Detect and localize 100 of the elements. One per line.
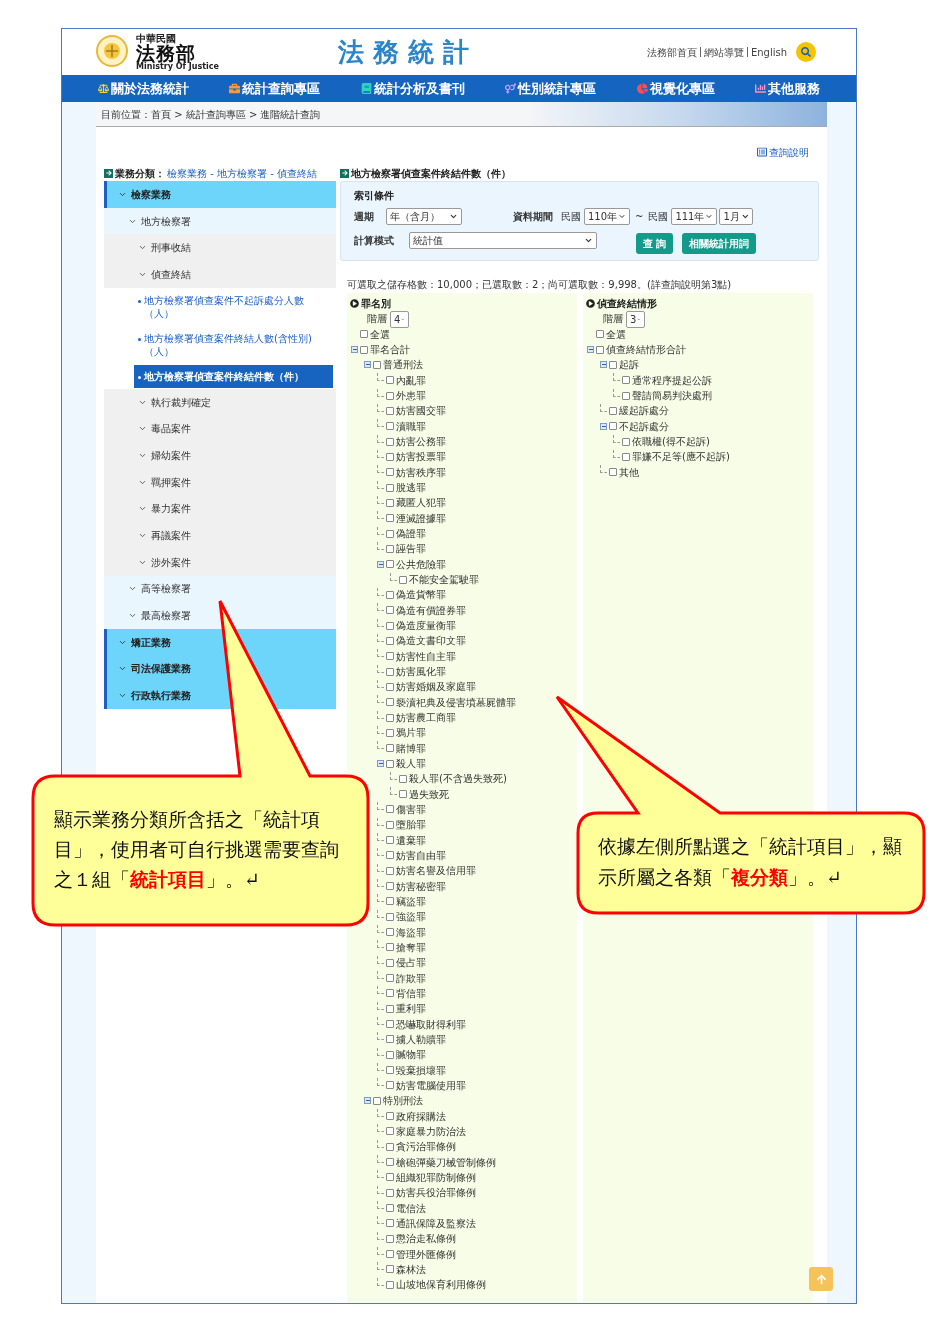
checkbox[interactable] bbox=[386, 1173, 394, 1182]
sidebar-item[interactable]: 涉外案件 bbox=[104, 548, 336, 576]
checkbox[interactable] bbox=[360, 330, 368, 339]
sidebar-link[interactable]: 地方檢察署偵查案件不起訴處分人數（人） bbox=[134, 288, 333, 325]
nav-item[interactable]: 視覺化專區 bbox=[636, 78, 715, 99]
checkbox[interactable] bbox=[386, 836, 394, 845]
checkbox[interactable] bbox=[386, 1035, 394, 1044]
checkbox[interactable] bbox=[622, 437, 630, 446]
checkbox[interactable] bbox=[386, 560, 394, 569]
checkbox[interactable] bbox=[386, 544, 394, 553]
checkbox[interactable] bbox=[386, 1219, 394, 1228]
select-field[interactable]: 1月 bbox=[719, 207, 754, 225]
checkbox[interactable] bbox=[386, 1250, 394, 1258]
header-link[interactable]: English bbox=[750, 44, 787, 60]
checkbox[interactable] bbox=[386, 1158, 394, 1167]
checkbox[interactable] bbox=[609, 468, 617, 477]
checkbox[interactable] bbox=[386, 682, 394, 691]
sidebar-link[interactable]: 地方檢察署偵查案件終結人數(含性別)（人） bbox=[134, 326, 333, 363]
sidebar-item[interactable]: 再議案件 bbox=[104, 522, 336, 549]
checkbox[interactable] bbox=[386, 1050, 394, 1059]
select-field[interactable]: 4 bbox=[390, 310, 409, 328]
checkbox[interactable] bbox=[622, 376, 630, 385]
checkbox[interactable] bbox=[386, 529, 394, 538]
select-field[interactable]: 3 bbox=[626, 310, 645, 328]
checkbox[interactable] bbox=[386, 1004, 394, 1013]
checkbox[interactable] bbox=[399, 575, 407, 584]
sidebar-link[interactable]: 地方檢察署偵查案件終結件數（件） bbox=[134, 364, 333, 388]
nav-item[interactable]: 其他服務 bbox=[754, 78, 820, 99]
checkbox[interactable] bbox=[386, 468, 394, 477]
checkbox[interactable] bbox=[386, 851, 394, 860]
nav-item[interactable]: 關於法務統計 bbox=[98, 78, 189, 99]
nav-item[interactable]: 性別統計專區 bbox=[505, 78, 597, 99]
checkbox[interactable] bbox=[386, 1234, 394, 1243]
sidebar-item[interactable]: 偵查終結 bbox=[104, 261, 336, 288]
checkbox[interactable] bbox=[386, 866, 394, 875]
sidebar-item[interactable]: 刑事收結 bbox=[104, 234, 336, 262]
checkbox[interactable] bbox=[596, 330, 604, 339]
nav-item[interactable]: 統計查詢專區 bbox=[229, 78, 321, 99]
checkbox[interactable] bbox=[399, 790, 407, 799]
checkbox[interactable] bbox=[596, 345, 604, 354]
sidebar-item[interactable]: 地方檢察署 bbox=[104, 207, 336, 235]
checkbox[interactable] bbox=[609, 406, 617, 415]
checkbox[interactable] bbox=[386, 820, 394, 829]
checkbox[interactable] bbox=[609, 360, 617, 369]
search-button[interactable] bbox=[796, 42, 816, 62]
select-field[interactable]: 111年 bbox=[671, 207, 718, 225]
collapse-icon[interactable] bbox=[600, 422, 607, 430]
checkbox[interactable] bbox=[386, 514, 394, 523]
checkbox[interactable] bbox=[386, 759, 394, 768]
checkbox[interactable] bbox=[386, 958, 394, 967]
select-field[interactable]: 年（含月） bbox=[386, 207, 462, 225]
header-link[interactable]: 法務部首頁 bbox=[646, 44, 697, 60]
checkbox[interactable] bbox=[386, 698, 394, 707]
checkbox[interactable] bbox=[386, 989, 394, 998]
checkbox[interactable] bbox=[386, 1142, 394, 1151]
checkbox[interactable] bbox=[386, 882, 394, 891]
checkbox[interactable] bbox=[386, 1280, 394, 1289]
help-link[interactable]: 查詢說明 bbox=[757, 146, 809, 158]
select-field[interactable]: 統計值 bbox=[409, 231, 597, 249]
header-link[interactable]: 網站導覽 bbox=[703, 44, 744, 60]
checkbox[interactable] bbox=[386, 1127, 394, 1136]
checkbox[interactable] bbox=[386, 1081, 394, 1090]
checkbox[interactable] bbox=[622, 391, 630, 400]
sidebar-item[interactable]: 婦幼案件 bbox=[104, 442, 336, 469]
sidebar-item[interactable]: 高等檢察署 bbox=[104, 575, 336, 603]
checkbox[interactable] bbox=[386, 1112, 394, 1121]
checkbox[interactable] bbox=[386, 667, 394, 676]
nav-item[interactable]: 統計分析及書刊 bbox=[360, 78, 465, 99]
checkbox[interactable] bbox=[386, 652, 394, 661]
checkbox[interactable] bbox=[386, 391, 394, 400]
checkbox[interactable] bbox=[386, 897, 394, 906]
checkbox[interactable] bbox=[386, 912, 394, 921]
checkbox[interactable] bbox=[386, 1265, 394, 1274]
checkbox[interactable] bbox=[386, 406, 394, 415]
sidebar-item[interactable]: 暴力案件 bbox=[104, 495, 336, 523]
collapse-icon[interactable] bbox=[364, 361, 371, 369]
collapse-icon[interactable] bbox=[351, 346, 358, 354]
collapse-icon[interactable] bbox=[587, 346, 594, 354]
checkbox[interactable] bbox=[386, 1188, 394, 1197]
checkbox[interactable] bbox=[386, 452, 394, 461]
checkbox[interactable] bbox=[622, 452, 630, 461]
checkbox[interactable] bbox=[373, 360, 381, 369]
checkbox[interactable] bbox=[386, 376, 394, 385]
checkbox[interactable] bbox=[609, 422, 617, 431]
sidebar-item[interactable]: 執行裁判確定 bbox=[104, 388, 336, 416]
checkbox[interactable] bbox=[386, 590, 394, 599]
checkbox[interactable] bbox=[386, 1066, 394, 1075]
checkbox[interactable] bbox=[386, 606, 394, 615]
sidebar-item[interactable]: 最高檢察署 bbox=[104, 602, 336, 629]
select-field[interactable]: 110年 bbox=[584, 207, 630, 225]
sidebar-item[interactable]: 檢察業務 bbox=[104, 181, 336, 208]
collapse-icon[interactable] bbox=[600, 361, 607, 369]
checkbox[interactable] bbox=[386, 805, 394, 814]
checkbox[interactable] bbox=[386, 928, 394, 937]
checkbox[interactable] bbox=[386, 498, 394, 507]
collapse-icon[interactable] bbox=[377, 760, 384, 767]
checkbox[interactable] bbox=[386, 1020, 394, 1029]
category-link[interactable]: 檢察業務 - 地方檢察署 - 偵查終結 bbox=[167, 165, 317, 181]
checkbox[interactable] bbox=[386, 422, 394, 431]
checkbox[interactable] bbox=[386, 943, 394, 952]
